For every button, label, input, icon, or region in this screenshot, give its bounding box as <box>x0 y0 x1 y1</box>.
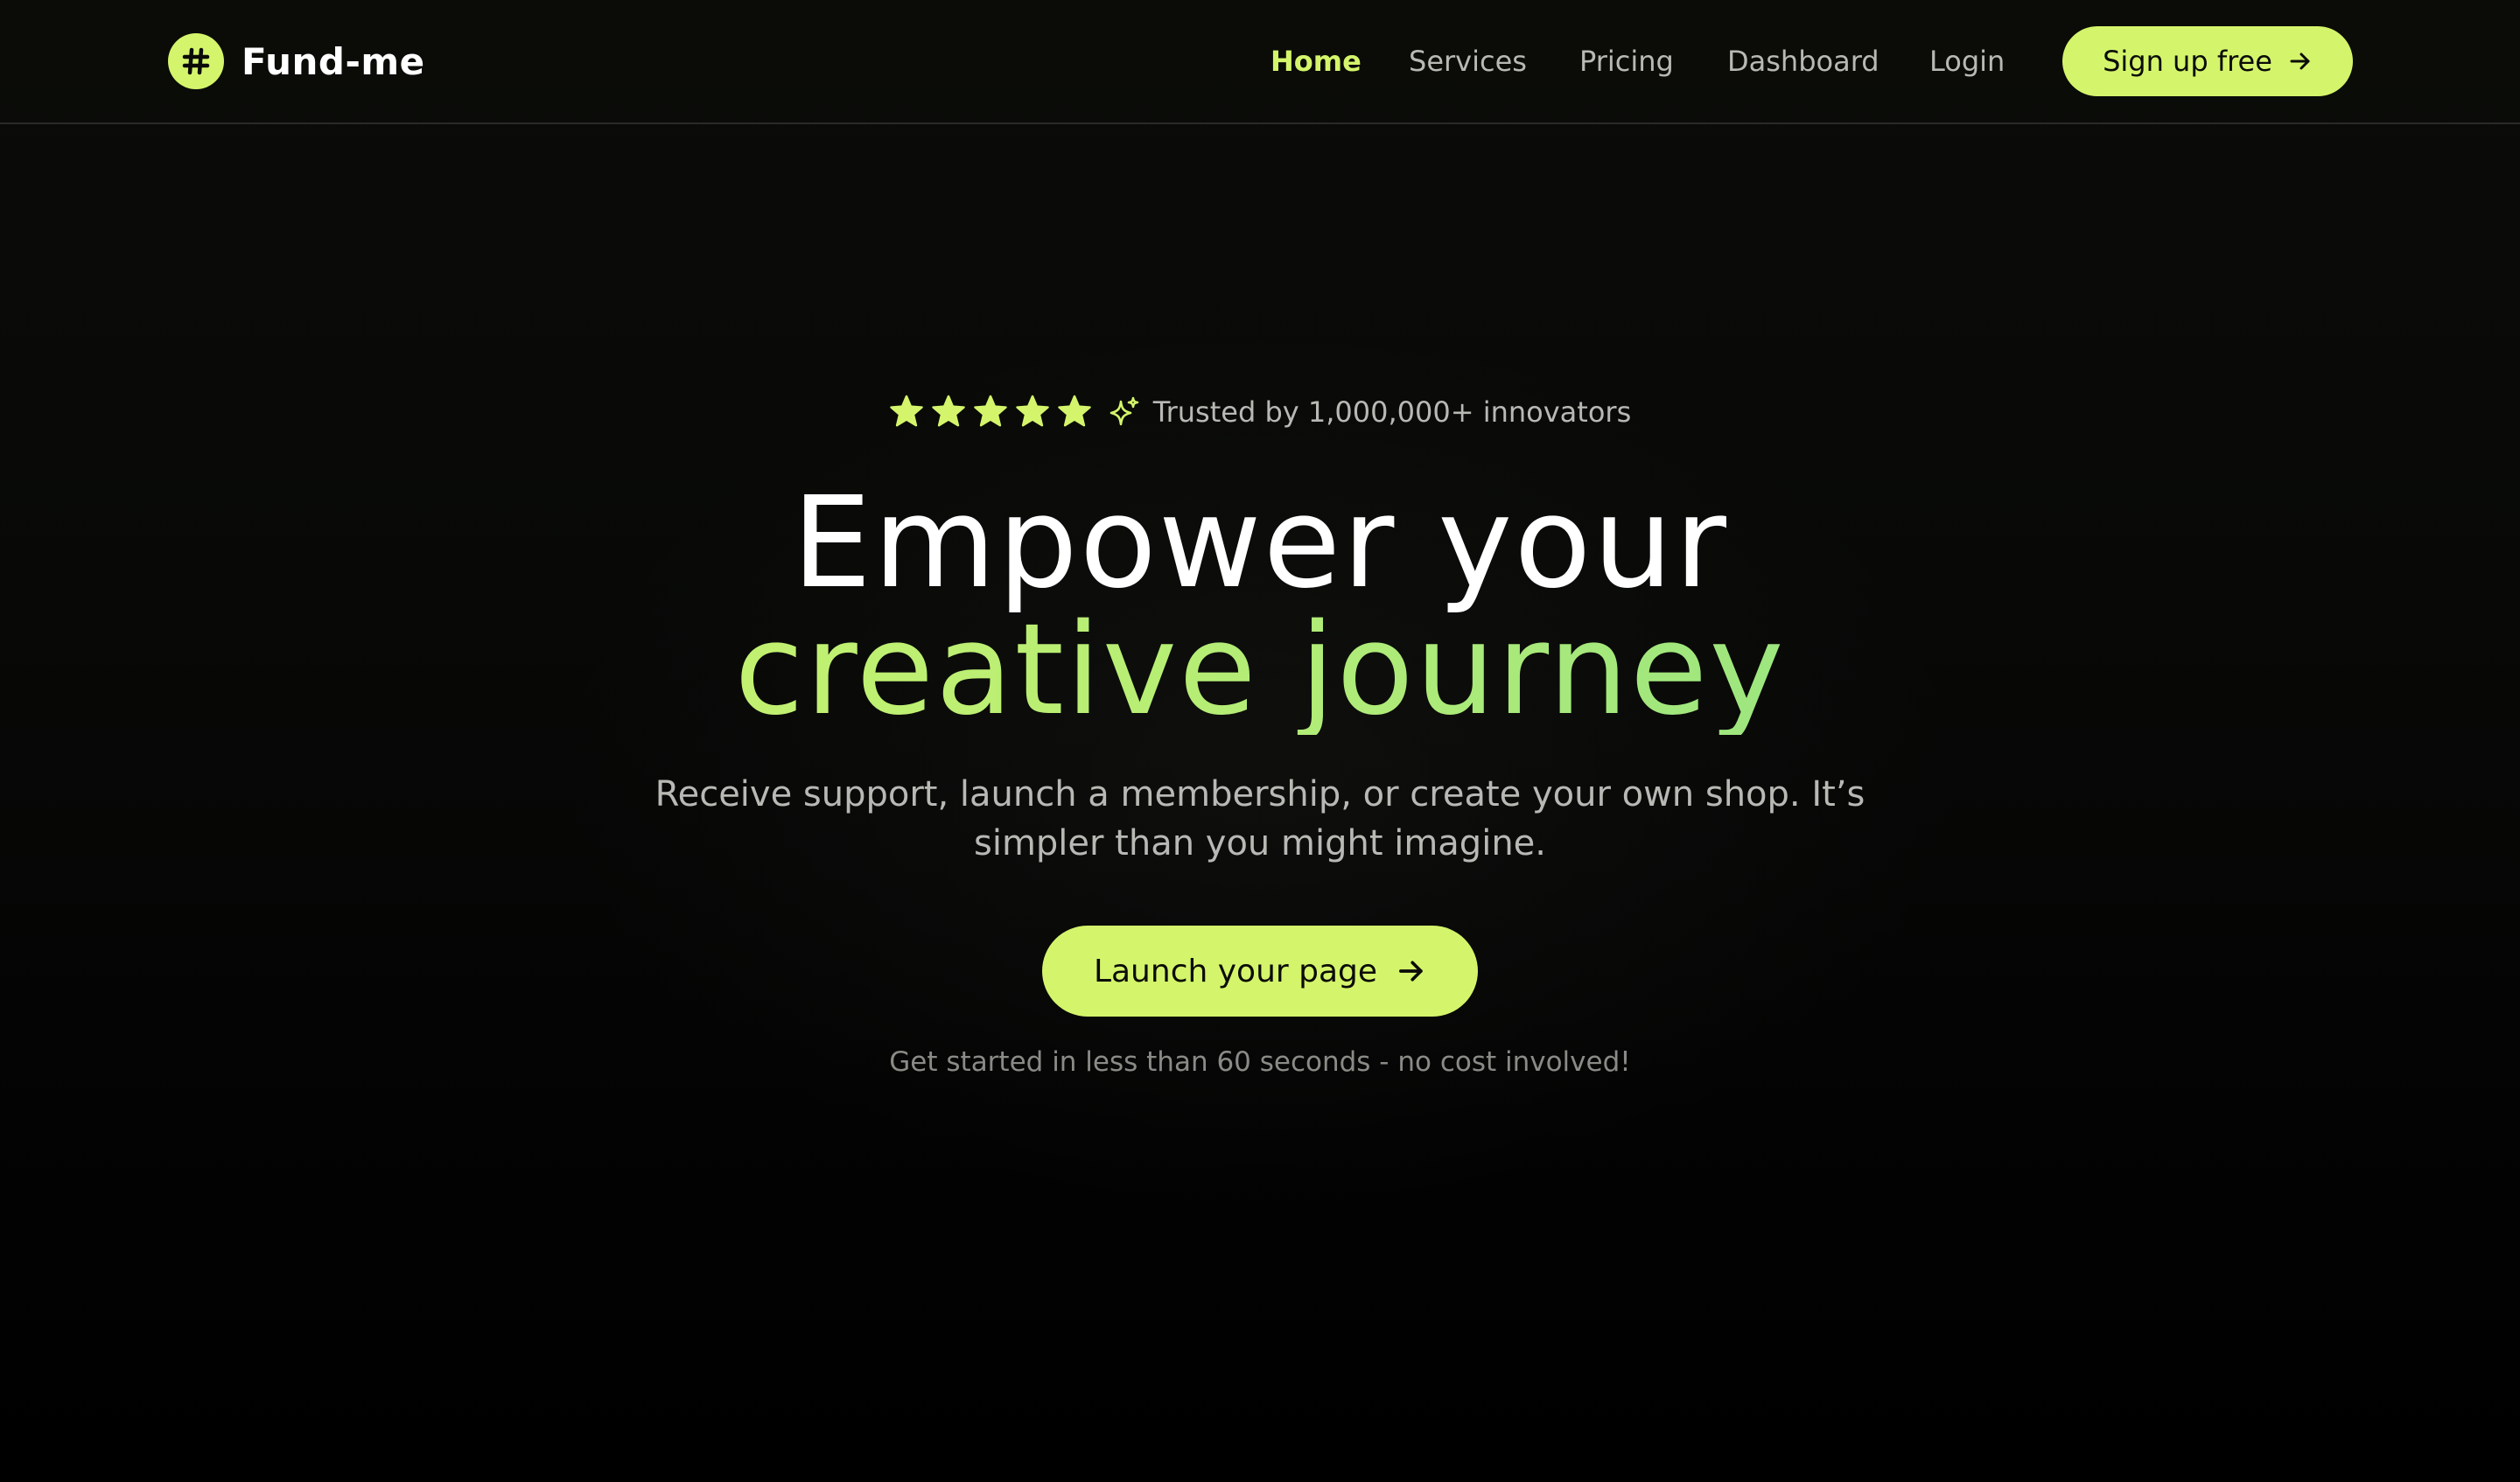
nav-link-login[interactable]: Login <box>1929 38 2005 84</box>
nav-link-dashboard[interactable]: Dashboard <box>1727 38 1880 84</box>
trust-rating: Trusted by 1,000,000+ innovators <box>0 390 2520 434</box>
hero-subtext: Receive support, launch a membership, or… <box>654 774 1866 863</box>
sign-up-button[interactable]: Sign up free <box>2062 26 2353 96</box>
sign-up-label: Sign up free <box>2103 45 2272 78</box>
star-icon <box>1015 395 1050 430</box>
star-icon <box>1057 395 1092 430</box>
get-started-note: Get started in less than 60 seconds - no… <box>889 1046 1631 1078</box>
star-icon <box>973 395 1008 430</box>
launch-page-label: Launch your page <box>1093 953 1378 989</box>
arrow-right-icon <box>1396 956 1426 986</box>
nav-link-home[interactable]: Home <box>1270 38 1362 84</box>
arrow-right-icon <box>2288 49 2313 73</box>
star-icon <box>889 395 924 430</box>
star-icon <box>931 395 966 430</box>
rating-stars <box>889 395 1099 430</box>
headline-highlight: creative journey <box>0 604 2520 735</box>
nav-link-pricing[interactable]: Pricing <box>1579 38 1674 84</box>
site-header: Fund-me Home Services Pricing Dashboard … <box>0 0 2520 124</box>
trusted-by-text: Trusted by 1,000,000+ innovators <box>1152 395 1632 429</box>
launch-page-button[interactable]: Launch your page <box>1042 926 1478 1017</box>
sparkle-icon <box>1106 395 1141 430</box>
nav-link-services[interactable]: Services <box>1409 38 1527 84</box>
headline-primary: Empower your <box>792 469 1728 616</box>
